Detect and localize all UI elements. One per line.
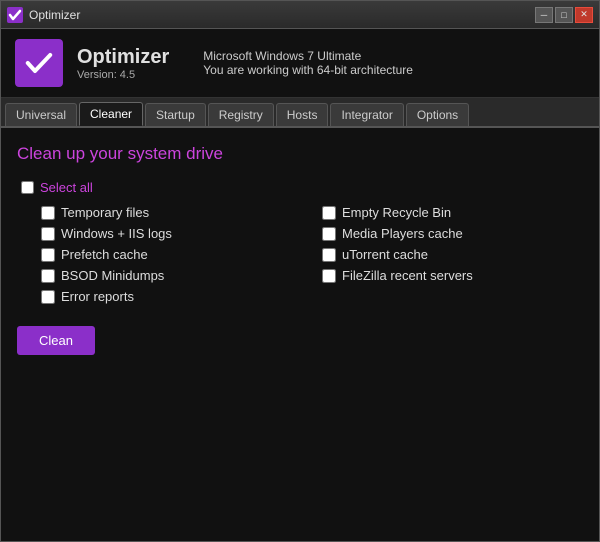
label-media-players-cache: Media Players cache: [342, 226, 463, 241]
checkbox-temporary-files[interactable]: [41, 206, 55, 220]
select-all-row: Select all: [21, 180, 583, 195]
item-empty-recycle-bin[interactable]: Empty Recycle Bin: [322, 205, 583, 220]
app-header: Optimizer Version: 4.5 Microsoft Windows…: [1, 29, 599, 98]
app-info: Microsoft Windows 7 Ultimate You are wor…: [203, 49, 413, 77]
checkbox-prefetch-cache[interactable]: [41, 248, 55, 262]
clean-button[interactable]: Clean: [17, 326, 95, 355]
checkbox-empty-recycle-bin[interactable]: [322, 206, 336, 220]
logo-box: [15, 39, 63, 87]
item-error-reports[interactable]: Error reports: [41, 289, 302, 304]
app-info-line1: Microsoft Windows 7 Ultimate: [203, 49, 413, 63]
label-windows-iis-logs: Windows + IIS logs: [61, 226, 172, 241]
tab-cleaner[interactable]: Cleaner: [79, 102, 143, 126]
tab-hosts[interactable]: Hosts: [276, 103, 329, 126]
label-prefetch-cache: Prefetch cache: [61, 247, 148, 262]
app-title-icon: [7, 7, 23, 23]
item-prefetch-cache[interactable]: Prefetch cache: [41, 247, 302, 262]
tab-integrator[interactable]: Integrator: [330, 103, 403, 126]
app-name: Optimizer: [77, 45, 169, 69]
checkbox-bsod-minidumps[interactable]: [41, 269, 55, 283]
item-media-players-cache[interactable]: Media Players cache: [322, 226, 583, 241]
label-error-reports: Error reports: [61, 289, 134, 304]
checkbox-utorrent-cache[interactable]: [322, 248, 336, 262]
main-window: Optimizer ─ □ ✕ Optimizer Version: 4.5 M…: [0, 0, 600, 542]
app-info-line2: You are working with 64-bit architecture: [203, 63, 413, 77]
titlebar-left: Optimizer: [7, 7, 80, 23]
checkbox-windows-iis-logs[interactable]: [41, 227, 55, 241]
app-version: Version: 4.5: [77, 69, 169, 81]
item-windows-iis-logs[interactable]: Windows + IIS logs: [41, 226, 302, 241]
checkbox-error-reports[interactable]: [41, 290, 55, 304]
tab-registry[interactable]: Registry: [208, 103, 274, 126]
label-empty-recycle-bin: Empty Recycle Bin: [342, 205, 451, 220]
minimize-button[interactable]: ─: [535, 7, 553, 23]
label-bsod-minidumps: BSOD Minidumps: [61, 268, 164, 283]
item-bsod-minidumps[interactable]: BSOD Minidumps: [41, 268, 302, 283]
tabbar: Universal Cleaner Startup Registry Hosts…: [1, 98, 599, 128]
app-title-group: Optimizer Version: 4.5: [77, 45, 169, 81]
checkbox-filezilla-recent-servers[interactable]: [322, 269, 336, 283]
item-temporary-files[interactable]: Temporary files: [41, 205, 302, 220]
titlebar-buttons: ─ □ ✕: [535, 7, 593, 23]
label-filezilla-recent-servers: FileZilla recent servers: [342, 268, 473, 283]
logo-checkmark-icon: [23, 47, 55, 79]
item-utorrent-cache[interactable]: uTorrent cache: [322, 247, 583, 262]
select-all-checkbox[interactable]: [21, 181, 34, 194]
checkbox-grid: Temporary files Empty Recycle Bin Window…: [41, 205, 583, 304]
checkbox-media-players-cache[interactable]: [322, 227, 336, 241]
titlebar-title: Optimizer: [29, 8, 80, 22]
close-button[interactable]: ✕: [575, 7, 593, 23]
select-all-label[interactable]: Select all: [40, 180, 93, 195]
maximize-button[interactable]: □: [555, 7, 573, 23]
cleaner-content: Clean up your system drive Select all Te…: [1, 128, 599, 541]
item-filezilla-recent-servers[interactable]: FileZilla recent servers: [322, 268, 583, 283]
titlebar: Optimizer ─ □ ✕: [1, 1, 599, 29]
tab-options[interactable]: Options: [406, 103, 469, 126]
tab-universal[interactable]: Universal: [5, 103, 77, 126]
label-utorrent-cache: uTorrent cache: [342, 247, 428, 262]
tab-startup[interactable]: Startup: [145, 103, 206, 126]
section-title: Clean up your system drive: [17, 144, 583, 164]
label-temporary-files: Temporary files: [61, 205, 149, 220]
